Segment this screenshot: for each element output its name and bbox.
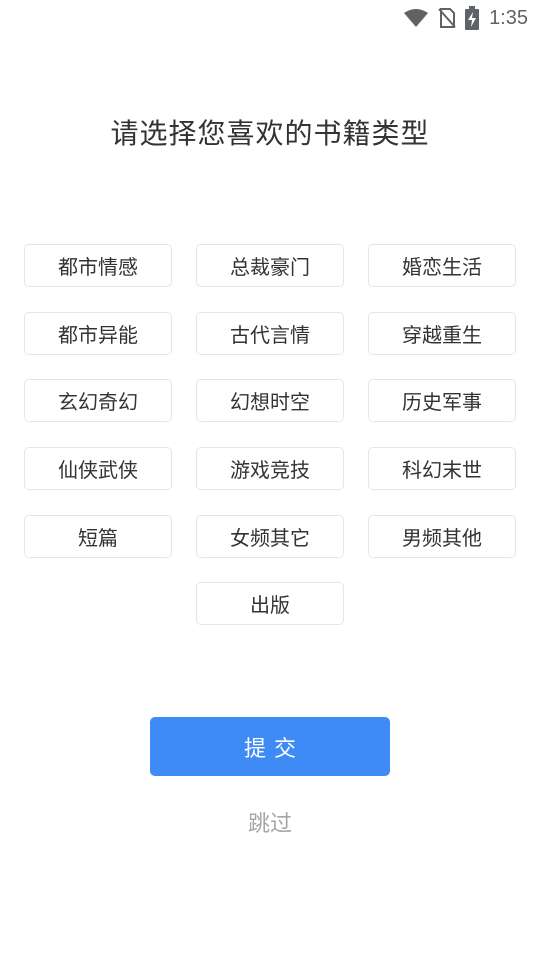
category-tag[interactable]: 都市异能 <box>24 312 172 355</box>
skip-link[interactable]: 跳过 <box>0 806 540 838</box>
category-tag[interactable]: 总裁豪门 <box>196 244 344 287</box>
category-tag[interactable]: 婚恋生活 <box>368 244 516 287</box>
category-tag[interactable]: 历史军事 <box>368 379 516 422</box>
category-tag[interactable]: 仙侠武侠 <box>24 447 172 490</box>
submit-button[interactable]: 提交 <box>150 717 390 776</box>
category-tag[interactable]: 女频其它 <box>196 515 344 558</box>
category-tag[interactable]: 古代言情 <box>196 312 344 355</box>
category-tag[interactable]: 都市情感 <box>24 244 172 287</box>
category-tag[interactable]: 玄幻奇幻 <box>24 379 172 422</box>
category-tag[interactable]: 穿越重生 <box>368 312 516 355</box>
category-tag[interactable]: 男频其他 <box>368 515 516 558</box>
category-tag[interactable]: 短篇 <box>24 515 172 558</box>
category-tag[interactable]: 出版 <box>196 582 344 625</box>
category-tag[interactable]: 科幻末世 <box>368 447 516 490</box>
category-tag[interactable]: 幻想时空 <box>196 379 344 422</box>
category-tag[interactable]: 游戏竞技 <box>196 447 344 490</box>
